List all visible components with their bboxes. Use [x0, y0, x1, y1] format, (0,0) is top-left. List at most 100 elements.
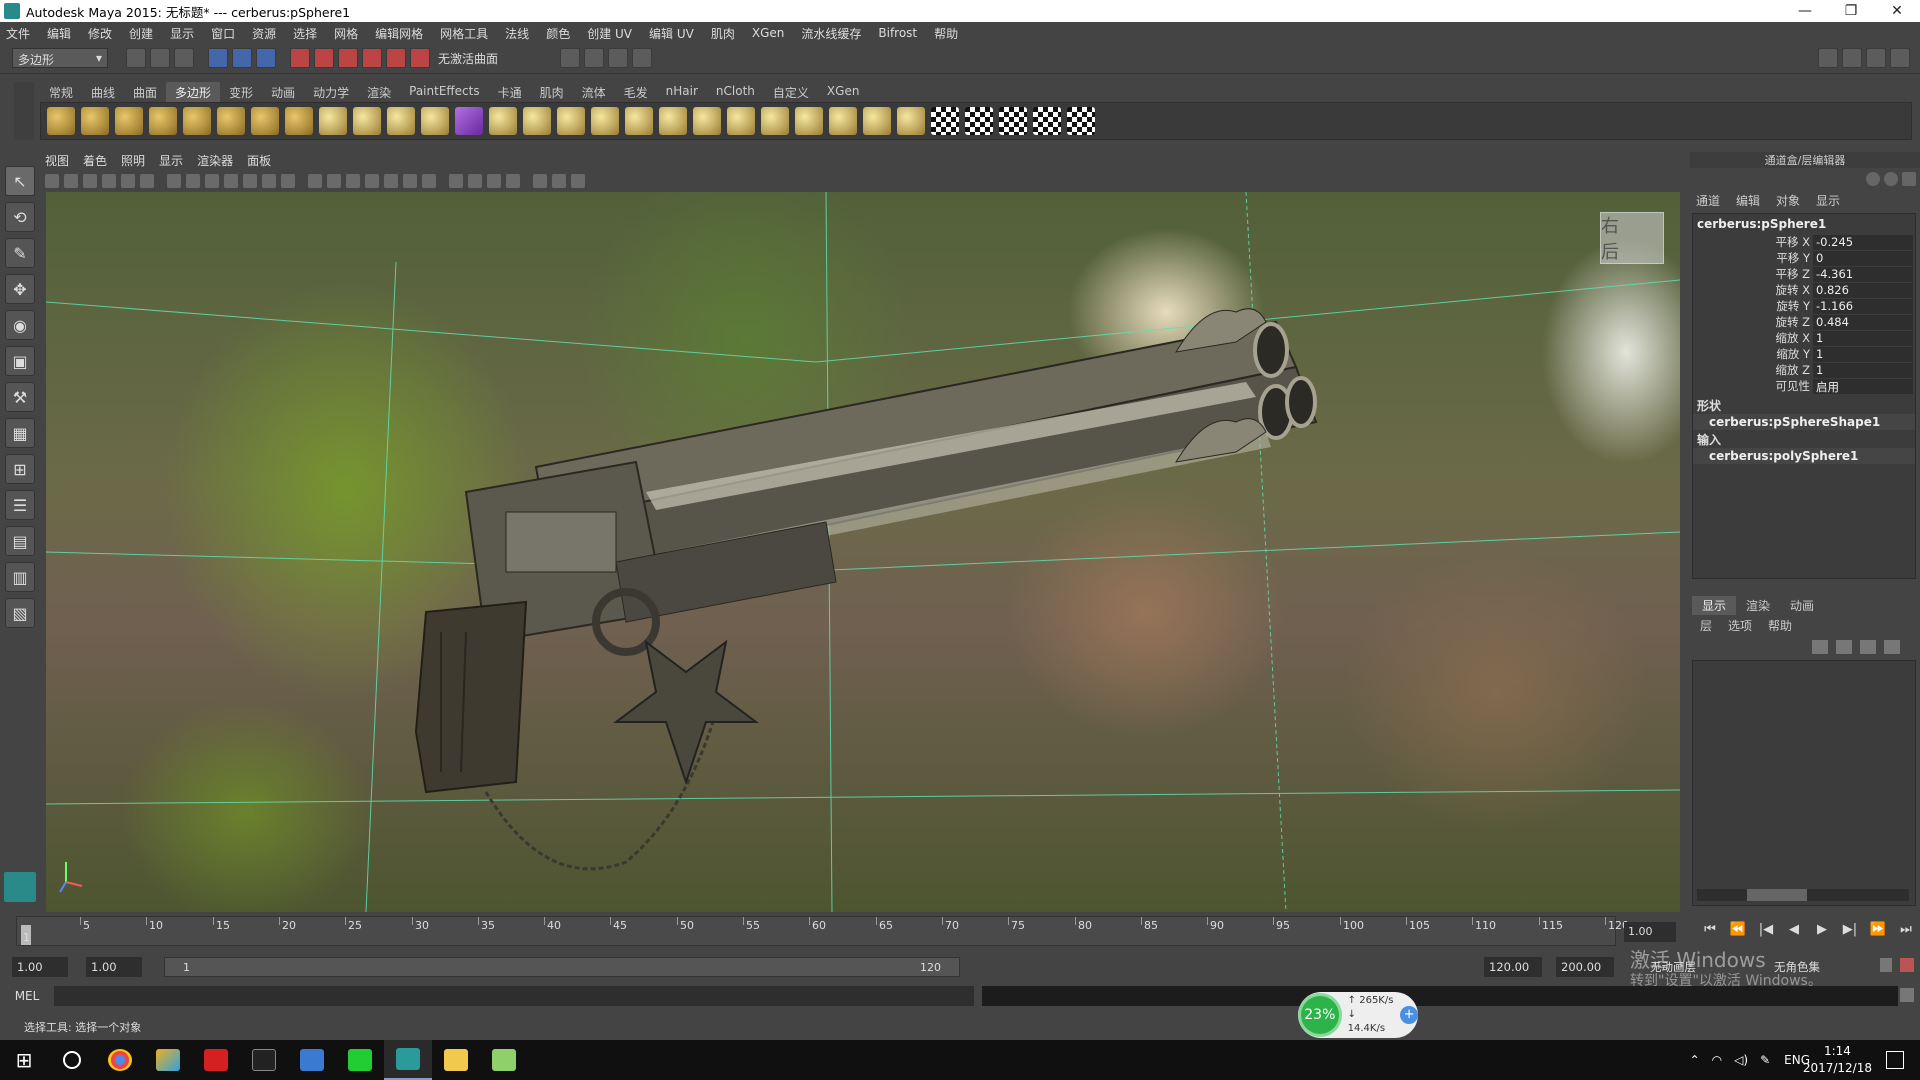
smooth-icon[interactable]	[455, 107, 483, 135]
clock[interactable]: 1:14 2017/12/18	[1803, 1043, 1872, 1077]
menu-item[interactable]: 编辑 UV	[649, 25, 694, 42]
range-slider[interactable]: 1 120	[164, 957, 960, 977]
select-tool-icon[interactable]: ↖	[5, 166, 35, 196]
2d-pan-zoom-icon[interactable]	[121, 174, 135, 188]
attribute-name[interactable]: 缩放 X	[1693, 330, 1813, 346]
attribute-name[interactable]: 缩放 Y	[1693, 346, 1813, 362]
shelf-tab[interactable]: 曲线	[82, 82, 124, 102]
channel-box-menu-item[interactable]: 通道	[1696, 192, 1720, 209]
rotate-tool-icon[interactable]: ◉	[5, 310, 35, 340]
menu-item[interactable]: Bifrost	[878, 26, 917, 40]
shape-node[interactable]: cerberus:pSphereShape1	[1693, 414, 1915, 430]
select-component-icon[interactable]	[256, 48, 276, 68]
shelf-tab[interactable]: 自定义	[764, 82, 818, 102]
share-icon[interactable]	[571, 174, 585, 188]
attribute-name[interactable]: 旋转 X	[1693, 282, 1813, 298]
menu-item[interactable]: 帮助	[934, 25, 958, 42]
menu-item[interactable]: 编辑网格	[375, 25, 423, 42]
new-scene-icon[interactable]	[126, 48, 146, 68]
animation-end-field[interactable]: 200.00	[1556, 957, 1614, 977]
attribute-name[interactable]: 缩放 Z	[1693, 362, 1813, 378]
camera-attributes-icon[interactable]	[64, 174, 78, 188]
move-layer-down-icon[interactable]	[1836, 640, 1852, 654]
menu-item[interactable]: XGen	[752, 26, 785, 40]
taskbar-explorer[interactable]	[432, 1040, 480, 1080]
menu-item[interactable]: 编辑	[47, 25, 71, 42]
animation-start-field[interactable]: 1.00	[12, 957, 68, 977]
anim-prefs-icon[interactable]	[1900, 958, 1914, 972]
attribute-value[interactable]: -0.245	[1813, 234, 1913, 250]
field-chart-icon[interactable]	[243, 174, 257, 188]
save-scene-icon[interactable]	[174, 48, 194, 68]
taskbar-terminal[interactable]	[240, 1040, 288, 1080]
render-settings-icon[interactable]	[632, 48, 653, 68]
isolate-select-icon[interactable]	[506, 174, 520, 188]
select-object-icon[interactable]	[232, 48, 252, 68]
channel-box-menu-item[interactable]: 显示	[1816, 192, 1840, 209]
attribute-name[interactable]: 旋转 Z	[1693, 314, 1813, 330]
bridge-icon[interactable]	[591, 107, 619, 135]
attribute-name[interactable]: 可见性	[1693, 378, 1813, 394]
object-name[interactable]: cerberus:pSphere1	[1693, 214, 1915, 234]
pen-icon[interactable]: ✎	[1760, 1053, 1770, 1067]
taskbar-chrome[interactable]	[96, 1040, 144, 1080]
textured-icon[interactable]	[365, 174, 379, 188]
merge-icon[interactable]	[863, 107, 891, 135]
chevron-up-icon[interactable]: ⌃	[1690, 1053, 1700, 1067]
menu-item[interactable]: 显示	[170, 25, 194, 42]
wedge-icon[interactable]	[829, 107, 857, 135]
smooth-shade-icon[interactable]	[327, 174, 341, 188]
planar-mapping-icon[interactable]	[931, 107, 959, 135]
taskbar-feishu[interactable]	[288, 1040, 336, 1080]
xray-active-icon[interactable]	[468, 174, 482, 188]
auto-key-icon[interactable]	[1880, 958, 1892, 972]
magnet-icon[interactable]	[410, 48, 430, 68]
render-frame-icon[interactable]	[584, 48, 605, 68]
playback-button[interactable]: |◀	[1752, 922, 1780, 937]
menu-item[interactable]: 创建 UV	[587, 25, 632, 42]
shelf-tab[interactable]: nCloth	[707, 82, 764, 102]
script-editor-icon[interactable]	[1900, 988, 1914, 1002]
select-camera-icon[interactable]	[45, 174, 59, 188]
insert-edge-loop-icon[interactable]	[727, 107, 755, 135]
viewport-menu-item[interactable]: 着色	[83, 152, 107, 170]
channel-box-menu-item[interactable]: 编辑	[1736, 192, 1760, 209]
paint-select-tool-icon[interactable]: ✎	[5, 238, 35, 268]
bevel-icon[interactable]	[795, 107, 823, 135]
attribute-value[interactable]: 1	[1813, 362, 1913, 378]
taskbar-iqiyi[interactable]	[336, 1040, 384, 1080]
wifi-icon[interactable]: ◠	[1712, 1053, 1722, 1067]
playback-button[interactable]: ⏩	[1864, 922, 1892, 937]
poly-sphere-icon[interactable]	[47, 107, 75, 135]
attribute-editor-icon[interactable]	[1842, 48, 1862, 68]
xray-joints-icon[interactable]	[487, 174, 501, 188]
shelf-tab[interactable]: XGen	[818, 82, 869, 102]
uv-layout-icon[interactable]: ▧	[5, 598, 35, 628]
lasso-tool-icon[interactable]: ⟲	[5, 202, 35, 232]
current-frame-field[interactable]: 1.00	[1624, 922, 1676, 942]
image-plane-icon[interactable]	[102, 174, 116, 188]
menu-item[interactable]: 网格	[334, 25, 358, 42]
view-cube[interactable]: 右 后	[1600, 212, 1664, 264]
poly-plane-icon[interactable]	[183, 107, 211, 135]
layer-editor-menu-item[interactable]: 选项	[1728, 617, 1752, 634]
spherical-mapping-icon[interactable]	[999, 107, 1027, 135]
channel-box-menu-item[interactable]: 对象	[1776, 192, 1800, 209]
menu-item[interactable]: 文件	[6, 25, 30, 42]
snap-curve-icon[interactable]	[314, 48, 334, 68]
attribute-name[interactable]: 平移 X	[1693, 234, 1813, 250]
menu-item[interactable]: 窗口	[211, 25, 235, 42]
shelf-tab[interactable]: 肌肉	[531, 82, 573, 102]
key-icon[interactable]	[1866, 172, 1880, 186]
attribute-value[interactable]: 启用	[1813, 378, 1913, 394]
plus-icon[interactable]: +	[1400, 1006, 1418, 1024]
fill-hole-icon[interactable]	[659, 107, 687, 135]
live-surface-label[interactable]: 无激活曲面	[438, 50, 498, 67]
taskbar-youdao[interactable]	[192, 1040, 240, 1080]
safe-action-icon[interactable]	[262, 174, 276, 188]
layer-editor-menu-item[interactable]: 层	[1700, 617, 1712, 634]
volume-icon[interactable]: ◁)	[1734, 1053, 1748, 1067]
ambient-occlusion-icon[interactable]	[422, 174, 436, 188]
shadows-icon[interactable]	[403, 174, 417, 188]
poly-torus-icon[interactable]	[217, 107, 245, 135]
